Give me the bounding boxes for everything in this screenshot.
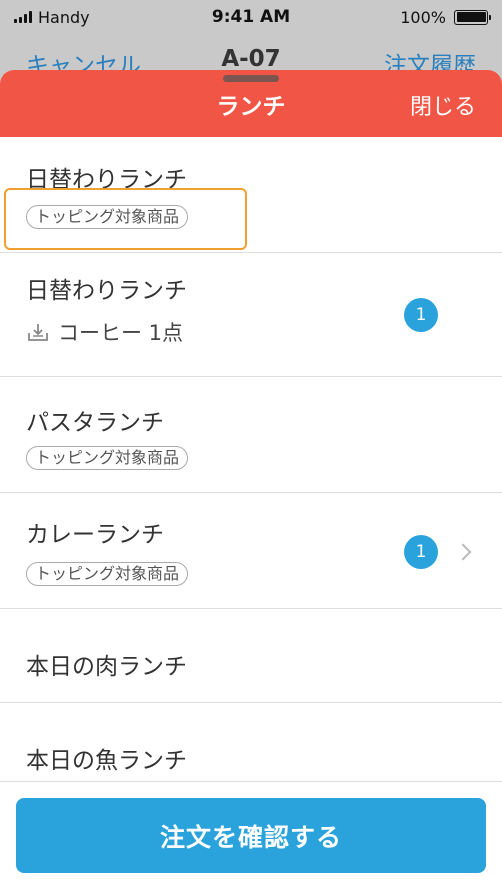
status-bar: Handy 9:41 AM 100% (0, 0, 502, 34)
menu-item-name: 日替わりランチ (26, 278, 187, 304)
battery-fill (456, 12, 486, 22)
status-time: 9:41 AM (211, 7, 291, 27)
order-count-badge: 1 (404, 535, 438, 569)
menu-list: 日替わりランチ トッピング対象商品 日替わりランチ コーヒー 1点 1 パスタラ… (0, 137, 502, 793)
confirm-order-button[interactable]: 注文を確認する (16, 798, 486, 873)
table-title: A-07 (221, 46, 281, 72)
status-right: 100% (400, 7, 491, 27)
menu-item-pasta-lunch[interactable]: パスタランチ トッピング対象商品 (0, 377, 502, 493)
menu-item-meat-lunch[interactable]: 本日の肉ランチ (0, 609, 502, 703)
topping-tag: トッピング対象商品 (26, 205, 189, 229)
menu-item-name: 本日の魚ランチ (26, 748, 187, 774)
status-left: Handy (14, 8, 90, 27)
behind-header: キャンセル A-07 注文履歴 (0, 34, 502, 74)
topping-icon (28, 324, 48, 341)
menu-item-daily-lunch[interactable]: 日替わりランチ トッピング対象商品 (0, 137, 502, 253)
menu-item-name: 本日の肉ランチ (26, 654, 187, 680)
topping-tag: トッピング対象商品 (26, 562, 189, 586)
menu-item-daily-lunch-ordered[interactable]: 日替わりランチ コーヒー 1点 1 (0, 253, 502, 377)
battery-icon (454, 9, 491, 25)
carrier-label: Handy (38, 7, 90, 27)
sheet-grabber[interactable] (223, 75, 279, 82)
option-text: コーヒー 1点 (58, 321, 184, 345)
topping-tag: トッピング対象商品 (26, 446, 189, 470)
close-button[interactable]: 閉じる (410, 89, 476, 121)
category-sheet: ランチ 閉じる 日替わりランチ トッピング対象商品 日替わりランチ コーヒー 1… (0, 70, 502, 888)
menu-item-curry-lunch[interactable]: カレーランチ トッピング対象商品 1 (0, 493, 502, 609)
menu-item-name: 日替わりランチ (26, 167, 187, 193)
sheet-header: ランチ 閉じる (0, 70, 502, 137)
footer-bar: 注文を確認する (0, 781, 502, 888)
signal-icon (14, 11, 32, 23)
menu-item-fish-lunch[interactable]: 本日の魚ランチ (0, 703, 502, 793)
order-count-badge: 1 (404, 298, 438, 332)
sheet-title: ランチ (216, 93, 286, 120)
menu-item-name: パスタランチ (26, 410, 164, 436)
battery-percent: 100% (400, 7, 446, 27)
